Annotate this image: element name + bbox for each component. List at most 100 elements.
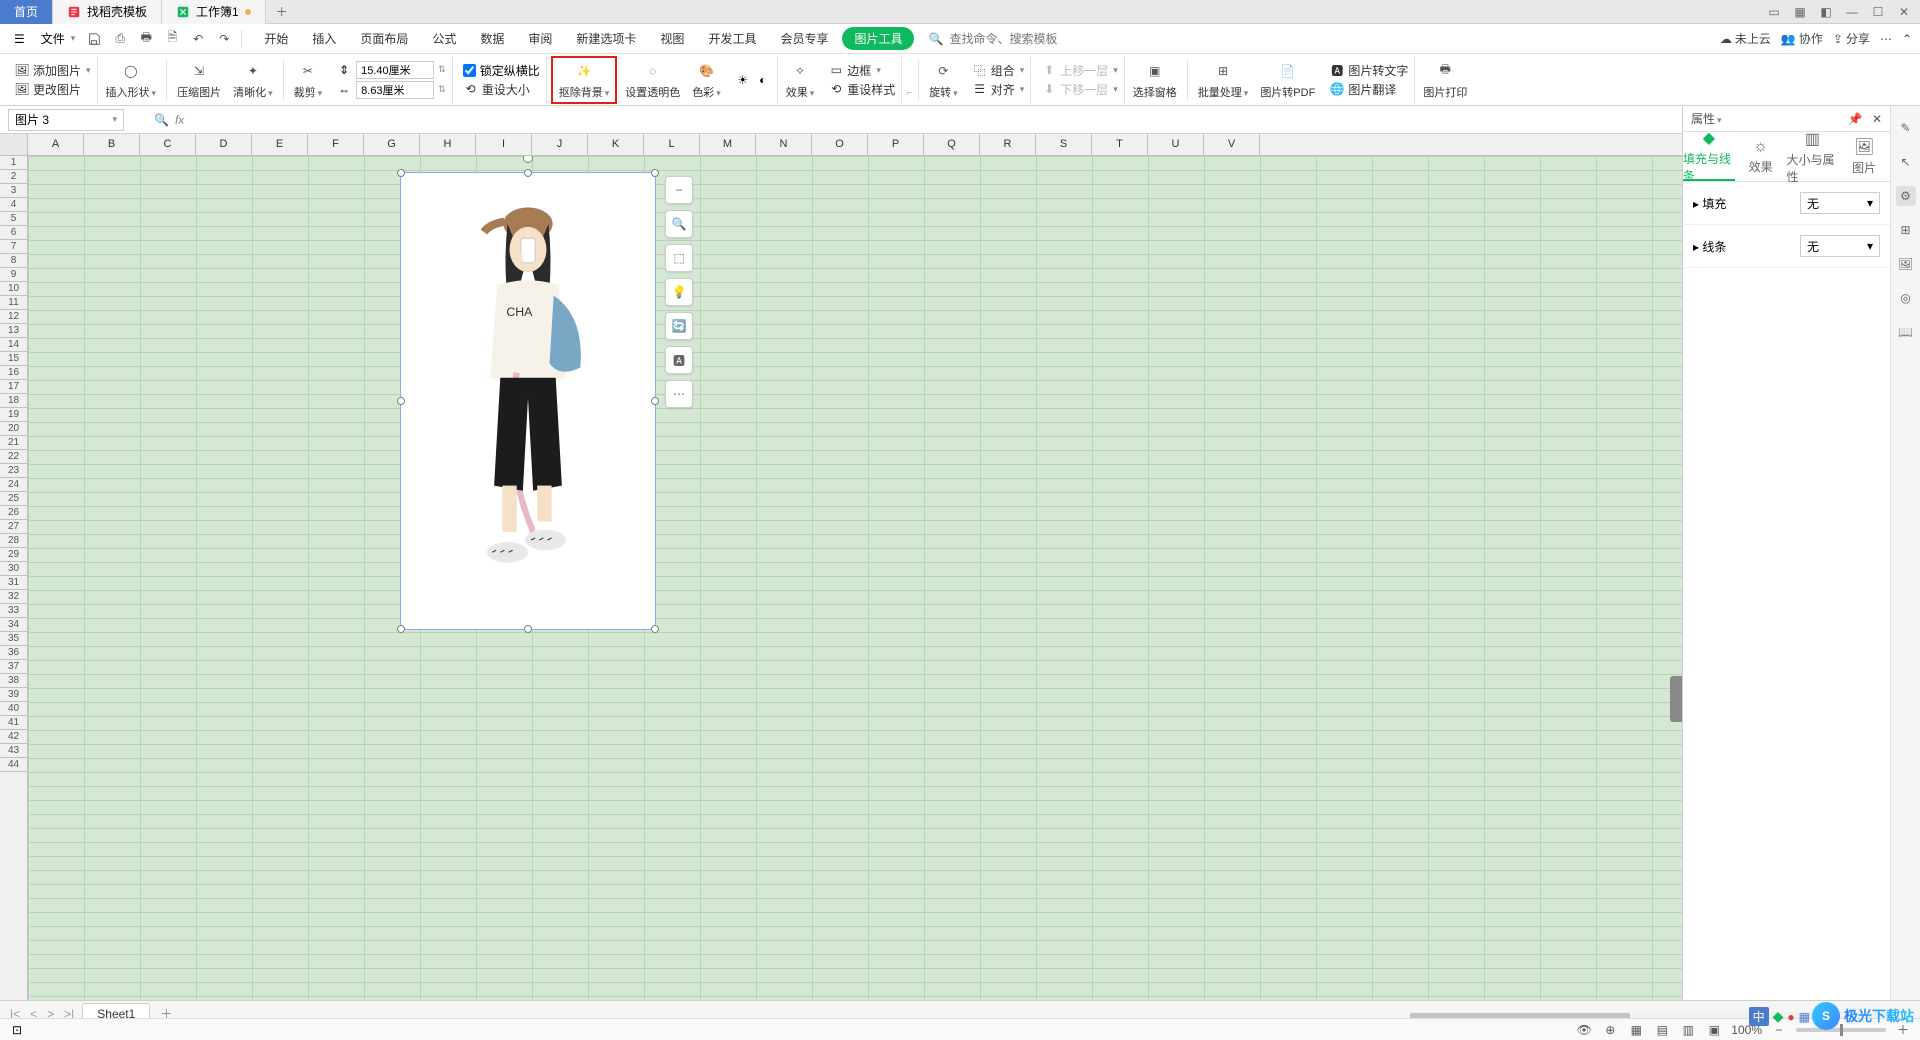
float-zoom-out[interactable]: −: [665, 176, 693, 204]
strip-image-icon[interactable]: 🖼: [1896, 254, 1916, 274]
col-header-D[interactable]: D: [196, 134, 252, 155]
menu-new-tab[interactable]: 新建选项卡: [566, 26, 646, 51]
col-header-L[interactable]: L: [644, 134, 700, 155]
menu-data[interactable]: 数据: [470, 26, 514, 51]
tab-effect[interactable]: ☼效果: [1735, 132, 1787, 181]
minimize-button[interactable]: —: [1840, 2, 1864, 22]
inserted-image[interactable]: CHA: [400, 172, 656, 630]
col-header-O[interactable]: O: [812, 134, 868, 155]
select-all-corner[interactable]: [0, 134, 28, 155]
row-header[interactable]: 12: [0, 310, 27, 324]
row-header[interactable]: 4: [0, 198, 27, 212]
tab-size-prop[interactable]: ▥大小与属性: [1787, 132, 1839, 181]
tray-record-icon[interactable]: ●: [1787, 1010, 1794, 1024]
close-button[interactable]: ✕: [1892, 2, 1916, 22]
float-smart[interactable]: 💡: [665, 278, 693, 306]
line-select[interactable]: 无▾: [1800, 235, 1880, 257]
more-icon[interactable]: ⋯: [1880, 32, 1892, 46]
row-header[interactable]: 2: [0, 170, 27, 184]
resize-handle-tm[interactable]: [524, 169, 532, 177]
resize-handle-tl[interactable]: [397, 169, 405, 177]
close-panel-icon[interactable]: ✕: [1872, 112, 1882, 126]
col-header-N[interactable]: N: [756, 134, 812, 155]
row-header[interactable]: 28: [0, 534, 27, 548]
tray-app-icon[interactable]: ◆: [1773, 1008, 1784, 1025]
view-normal-icon[interactable]: ▦: [1627, 1021, 1645, 1039]
col-header-C[interactable]: C: [140, 134, 196, 155]
move-down-button[interactable]: ⬇下移一层: [1041, 81, 1118, 98]
status-customize-icon[interactable]: ⊡: [8, 1021, 26, 1039]
float-zoom-in[interactable]: 🔍: [665, 210, 693, 238]
menu-member[interactable]: 会员专享: [770, 26, 838, 51]
align-button[interactable]: ☰对齐: [972, 81, 1025, 98]
menu-formula[interactable]: 公式: [422, 26, 466, 51]
row-header[interactable]: 33: [0, 604, 27, 618]
tab-workbook[interactable]: 工作簿1: [162, 0, 266, 24]
row-header[interactable]: 36: [0, 646, 27, 660]
row-header[interactable]: 32: [0, 590, 27, 604]
to-text-button[interactable]: 🅰图片转文字: [1329, 62, 1408, 79]
collapse-ribbon-icon[interactable]: ⌃: [1902, 32, 1912, 46]
translate-button[interactable]: 🌐图片翻译: [1329, 81, 1396, 98]
row-header[interactable]: 41: [0, 716, 27, 730]
apps-icon[interactable]: ▦: [1788, 2, 1812, 22]
row-header[interactable]: 23: [0, 464, 27, 478]
command-search[interactable]: 🔍: [928, 32, 1089, 46]
remove-background-button[interactable]: ✨抠除背景: [551, 56, 618, 104]
row-header[interactable]: 13: [0, 324, 27, 338]
redo-icon[interactable]: ↷: [215, 30, 233, 48]
view-break-icon[interactable]: ▥: [1679, 1021, 1697, 1039]
skin-icon[interactable]: ◧: [1814, 2, 1838, 22]
view-eye-icon[interactable]: 👁: [1575, 1021, 1593, 1039]
ime-indicator[interactable]: 中: [1749, 1007, 1769, 1026]
row-header[interactable]: 30: [0, 562, 27, 576]
menu-view[interactable]: 视图: [650, 26, 694, 51]
add-image-button[interactable]: 🖼添加图片: [14, 62, 91, 79]
contrast-icon[interactable]: ◐: [755, 72, 771, 88]
print-icon[interactable]: 🖶: [137, 30, 155, 48]
print-image-button[interactable]: 🖶图片打印: [1419, 58, 1471, 102]
row-header[interactable]: 11: [0, 296, 27, 310]
row-header[interactable]: 37: [0, 660, 27, 674]
strip-settings-icon[interactable]: ⚙: [1896, 186, 1916, 206]
row-header[interactable]: 34: [0, 618, 27, 632]
set-transparent-button[interactable]: ◌设置透明色: [621, 58, 684, 102]
row-header[interactable]: 25: [0, 492, 27, 506]
name-box[interactable]: 图片 3▾: [8, 109, 124, 131]
col-header-A[interactable]: A: [28, 134, 84, 155]
col-header-H[interactable]: H: [420, 134, 476, 155]
col-header-I[interactable]: I: [476, 134, 532, 155]
row-header[interactable]: 3: [0, 184, 27, 198]
collab-button[interactable]: 👥协作: [1781, 30, 1823, 47]
tab-add-button[interactable]: ＋: [266, 3, 298, 20]
fill-select[interactable]: 无▾: [1800, 192, 1880, 214]
cloud-status[interactable]: ☁未上云: [1720, 30, 1771, 47]
row-header[interactable]: 39: [0, 688, 27, 702]
menu-insert[interactable]: 插入: [302, 26, 346, 51]
col-header-S[interactable]: S: [1036, 134, 1092, 155]
row-header[interactable]: 38: [0, 674, 27, 688]
maximize-button[interactable]: ☐: [1866, 2, 1890, 22]
view-page-icon[interactable]: ▤: [1653, 1021, 1671, 1039]
line-collapse[interactable]: ▸ 线条: [1693, 238, 1726, 255]
print-preview-icon[interactable]: 🗎: [163, 30, 181, 48]
rotate-button[interactable]: ⟳旋转: [925, 58, 962, 102]
search-input[interactable]: [949, 32, 1089, 46]
move-up-button[interactable]: ⬆上移一层: [1041, 62, 1118, 79]
save-icon[interactable]: [85, 30, 103, 48]
col-header-F[interactable]: F: [308, 134, 364, 155]
row-header[interactable]: 7: [0, 240, 27, 254]
col-header-U[interactable]: U: [1148, 134, 1204, 155]
row-header[interactable]: 24: [0, 478, 27, 492]
row-header[interactable]: 22: [0, 450, 27, 464]
save-as-icon[interactable]: ⎙: [111, 30, 129, 48]
row-header[interactable]: 43: [0, 744, 27, 758]
resize-handle-bm[interactable]: [524, 625, 532, 633]
col-header-V[interactable]: V: [1204, 134, 1260, 155]
col-header-T[interactable]: T: [1092, 134, 1148, 155]
col-header-Q[interactable]: Q: [924, 134, 980, 155]
row-header[interactable]: 15: [0, 352, 27, 366]
change-image-button[interactable]: 🖼更改图片: [14, 81, 81, 98]
menu-start[interactable]: 开始: [254, 26, 298, 51]
row-header[interactable]: 21: [0, 436, 27, 450]
